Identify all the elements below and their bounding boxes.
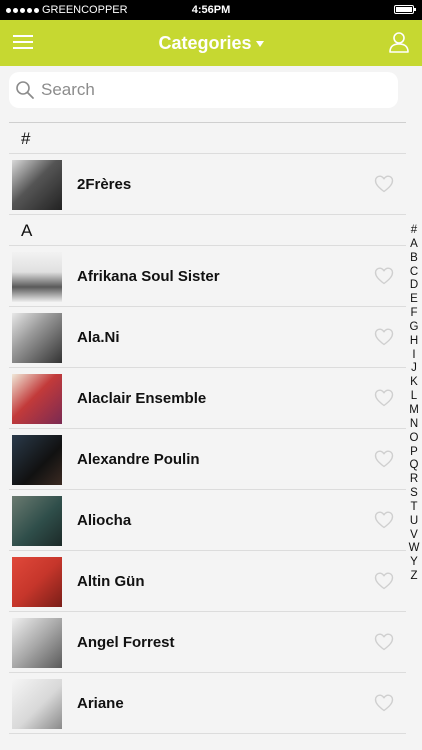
favorite-heart-icon[interactable]	[374, 328, 394, 346]
index-letter[interactable]: E	[406, 293, 422, 307]
favorite-heart-icon[interactable]	[374, 450, 394, 468]
favorite-heart-icon[interactable]	[374, 175, 394, 193]
alphabet-index[interactable]: # A B C D E F G H I J K L M N O P Q R S T U V W Y Z	[406, 224, 422, 584]
artist-row[interactable]: Aliocha	[0, 490, 406, 551]
page-title: Categories	[158, 33, 252, 53]
battery-icon	[394, 5, 416, 14]
section-letter: #	[21, 129, 31, 148]
search-icon	[16, 81, 34, 99]
favorite-heart-icon[interactable]	[374, 389, 394, 407]
artist-row[interactable]: Alaclair Ensemble	[0, 368, 406, 429]
section-header: A	[0, 215, 406, 246]
artist-thumbnail	[12, 435, 62, 485]
artist-row[interactable]: Alexandre Poulin	[0, 429, 406, 490]
index-letter[interactable]: J	[406, 362, 422, 376]
artist-row[interactable]: 2Frères	[0, 154, 406, 215]
artist-row[interactable]: Altin Gün	[0, 551, 406, 612]
artist-name: Ala.Ni	[77, 329, 120, 346]
artist-thumbnail	[12, 496, 62, 546]
artist-name: Alexandre Poulin	[77, 451, 200, 468]
user-profile-icon[interactable]	[388, 31, 410, 53]
index-letter[interactable]: U	[406, 515, 422, 529]
favorite-heart-icon[interactable]	[374, 511, 394, 529]
index-letter[interactable]: P	[406, 446, 422, 460]
index-letter[interactable]: H	[406, 335, 422, 349]
index-letter[interactable]: F	[406, 307, 422, 321]
artist-row[interactable]: Angel Forrest	[0, 612, 406, 673]
artist-row[interactable]: Ala.Ni	[0, 307, 406, 368]
search-bar	[9, 72, 398, 108]
index-letter[interactable]: T	[406, 501, 422, 515]
divider	[9, 733, 406, 734]
favorite-heart-icon[interactable]	[374, 633, 394, 651]
index-letter[interactable]: D	[406, 279, 422, 293]
index-letter[interactable]: G	[406, 321, 422, 335]
status-time: 4:56PM	[191, 4, 231, 16]
search-input[interactable]	[41, 80, 381, 100]
index-letter[interactable]: Y	[406, 556, 422, 570]
index-letter[interactable]: C	[406, 266, 422, 280]
artist-name: Afrikana Soul Sister	[77, 268, 220, 285]
artist-row[interactable]: Ariane	[0, 673, 406, 734]
nav-bar: Categories	[0, 20, 422, 66]
artist-thumbnail	[12, 557, 62, 607]
index-letter[interactable]: L	[406, 390, 422, 404]
artist-thumbnail	[12, 252, 62, 302]
index-letter[interactable]: O	[406, 432, 422, 446]
status-bar: GREENCOPPER 4:56PM	[0, 0, 422, 20]
index-letter[interactable]: Q	[406, 459, 422, 473]
artist-thumbnail	[12, 679, 62, 729]
favorite-heart-icon[interactable]	[374, 267, 394, 285]
artist-name: Alaclair Ensemble	[77, 390, 207, 407]
favorite-heart-icon[interactable]	[374, 572, 394, 590]
artist-name: Aliocha	[77, 512, 132, 529]
index-letter[interactable]: B	[406, 252, 422, 266]
artist-thumbnail	[12, 160, 62, 210]
artist-name: Ariane	[77, 695, 124, 712]
index-letter[interactable]: S	[406, 487, 422, 501]
artist-name: Angel Forrest	[77, 634, 175, 651]
index-letter[interactable]: V	[406, 529, 422, 543]
categories-dropdown[interactable]: Categories	[0, 33, 422, 54]
artist-list: #2Frères A Afrikana Soul Sister Ala.Ni Alacl…	[0, 123, 406, 734]
index-letter[interactable]: N	[406, 418, 422, 432]
index-letter[interactable]: W	[406, 542, 422, 556]
artist-thumbnail	[12, 618, 62, 668]
index-letter[interactable]: M	[406, 404, 422, 418]
artist-thumbnail	[12, 374, 62, 424]
favorite-heart-icon[interactable]	[374, 694, 394, 712]
artist-thumbnail	[12, 313, 62, 363]
artist-row[interactable]: Afrikana Soul Sister	[0, 246, 406, 307]
index-letter[interactable]: K	[406, 376, 422, 390]
index-letter[interactable]: I	[406, 349, 422, 363]
caret-down-icon	[255, 41, 264, 48]
index-letter[interactable]: Z	[406, 570, 422, 584]
index-letter[interactable]: R	[406, 473, 422, 487]
artist-name: 2Frères	[77, 176, 132, 193]
section-letter: A	[21, 221, 33, 240]
index-letter[interactable]: #	[406, 224, 422, 238]
section-header: #	[0, 123, 406, 154]
artist-name: Altin Gün	[77, 573, 145, 590]
index-letter[interactable]: A	[406, 238, 422, 252]
